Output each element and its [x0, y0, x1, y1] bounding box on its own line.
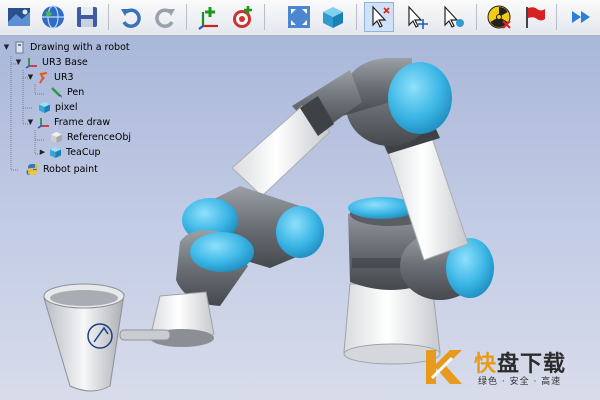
select-pointer-button[interactable]	[364, 2, 394, 32]
redo-button[interactable]	[150, 2, 180, 32]
cube-view-icon	[323, 7, 343, 28]
tree-node-label: UR3 Base	[42, 56, 88, 68]
frame-axes-icon	[25, 57, 37, 69]
object-cube-icon	[39, 101, 50, 113]
new-scene-icon	[8, 8, 30, 26]
toolbar-separator	[186, 4, 187, 30]
tool-flange	[119, 291, 215, 347]
tree-node-label: UR3	[54, 71, 74, 83]
collapse-arrow-icon[interactable]: ▼	[14, 58, 23, 67]
python-script-icon	[26, 163, 39, 175]
tree-node-label: Drawing with a robot	[30, 41, 130, 53]
select-move-icon	[408, 5, 428, 29]
new-scene-button[interactable]	[4, 2, 34, 32]
flag-icon	[526, 7, 545, 28]
undo-icon	[121, 8, 141, 28]
add-target-button[interactable]	[228, 2, 258, 32]
tree-node-label: Robot paint	[43, 163, 98, 175]
watermark-subtitle: 绿色 · 安全 · 高速	[478, 377, 562, 387]
globe-icon	[42, 5, 64, 29]
tree-node-label: ReferenceObj	[67, 131, 131, 143]
collapse-arrow-icon[interactable]: ▼	[26, 118, 35, 127]
collapse-arrow-icon[interactable]: ▼	[2, 43, 11, 52]
select-pointer-icon	[372, 5, 390, 28]
save-icon	[77, 7, 97, 27]
tree-node-robot-paint[interactable]: Robot paint	[26, 162, 98, 176]
tree-node-teacup[interactable]: ▶ TeaCup	[38, 145, 101, 159]
tree-node-label: Frame draw	[54, 116, 111, 128]
tree-node-pen[interactable]: Pen	[50, 85, 84, 99]
add-frame-icon	[198, 7, 218, 30]
cube-view-button[interactable]	[318, 2, 348, 32]
download-site-watermark: 快盘下载 绿色 · 安全 · 高速	[422, 344, 592, 390]
tree-node-ur3-base[interactable]: ▼ UR3 Base	[14, 55, 88, 69]
toolbar-separator	[356, 4, 357, 30]
radiation-stop-button[interactable]	[484, 2, 514, 32]
tool-pen-icon	[51, 86, 62, 98]
robot-arm-icon	[39, 71, 48, 84]
undo-button[interactable]	[116, 2, 146, 32]
tree-node-referenceobj[interactable]: ReferenceObj	[50, 130, 131, 144]
fit-all-icon	[288, 6, 310, 28]
fast-forward-button[interactable]	[566, 2, 596, 32]
fast-forward-icon	[572, 11, 590, 23]
expand-arrow-icon[interactable]: ▶	[38, 148, 47, 157]
select-frame-icon	[444, 5, 464, 28]
tree-node-root[interactable]: ▼ Drawing with a robot	[2, 40, 130, 54]
save-button[interactable]	[72, 2, 102, 32]
globe-button[interactable]	[38, 2, 68, 32]
add-frame-button[interactable]	[194, 2, 224, 32]
tree-node-frame-draw[interactable]: ▼ Frame draw	[26, 115, 110, 129]
toolbar-separator	[556, 4, 557, 30]
radiation-stop-icon	[487, 5, 511, 29]
collapse-arrow-icon[interactable]: ▼	[26, 73, 35, 82]
tree-node-ur3[interactable]: ▼ UR3	[26, 70, 74, 84]
tree-node-label: TeaCup	[66, 146, 101, 158]
tree-node-label: pixel	[55, 101, 78, 113]
brand-logo-icon	[426, 350, 462, 384]
object-cube-icon	[50, 146, 61, 158]
station-icon	[15, 41, 24, 53]
teacup	[43, 283, 125, 392]
forearm	[231, 70, 362, 197]
select-move-button[interactable]	[402, 2, 432, 32]
toolbar-separator	[476, 4, 477, 30]
frame-axes-icon	[37, 117, 49, 129]
select-frame-button[interactable]	[438, 2, 468, 32]
tree-node-label: Pen	[67, 86, 85, 98]
main-toolbar	[0, 0, 600, 36]
redo-icon	[155, 8, 175, 28]
toolbar-separator	[108, 4, 109, 30]
flag-button[interactable]	[520, 2, 550, 32]
tree-node-pixel[interactable]: pixel	[38, 100, 77, 114]
add-target-icon	[233, 6, 252, 28]
toolbar-separator	[264, 4, 265, 30]
object-cube-icon	[51, 131, 62, 143]
fit-all-button[interactable]	[284, 2, 314, 32]
3d-viewport[interactable]: ▼ Drawing with a robot ▼ UR3 Base ▼ UR3	[0, 36, 600, 400]
